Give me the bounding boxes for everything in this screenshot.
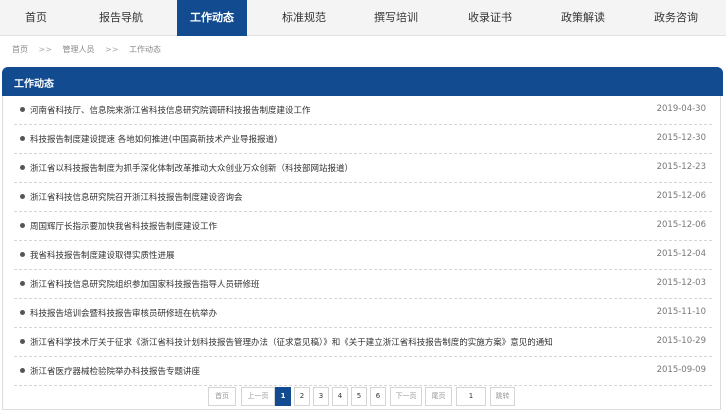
article-title[interactable]: 我省科技报告制度建设取得实质性进展 <box>30 249 175 261</box>
list-item[interactable]: 我省科技报告制度建设取得实质性进展 2015-12-04 <box>14 241 712 270</box>
bullet-icon <box>20 136 25 141</box>
nav-item-home[interactable]: 首页 <box>0 0 72 36</box>
article-date: 2015-09-09 <box>656 365 706 375</box>
breadcrumb: 首页 >> 管理人员 >> 工作动态 <box>12 44 161 55</box>
page-2-button[interactable]: 2 <box>294 387 310 406</box>
article-date: 2015-12-06 <box>656 220 706 230</box>
article-date: 2015-12-03 <box>656 278 706 288</box>
bullet-icon <box>20 107 25 112</box>
nav-item-certificates[interactable]: 收录证书 <box>452 0 528 36</box>
article-list: 河南省科技厅、信息院来浙江省科技信息研究院调研科技报告制度建设工作 2019-0… <box>14 96 712 386</box>
list-item[interactable]: 河南省科技厅、信息院来浙江省科技信息研究院调研科技报告制度建设工作 2019-0… <box>14 96 712 125</box>
article-date: 2015-12-04 <box>656 249 706 259</box>
nav-item-training[interactable]: 撰写培训 <box>358 0 434 36</box>
nav-item-standards[interactable]: 标准规范 <box>266 0 342 36</box>
page-jump-input[interactable]: 1 <box>456 387 486 406</box>
page-3-button[interactable]: 3 <box>313 387 329 406</box>
list-item[interactable]: 浙江省医疗器械检验院举办科技报告专题讲座 2015-09-09 <box>14 357 712 386</box>
nav-item-report-guide[interactable]: 报告导航 <box>86 0 156 36</box>
article-date: 2015-12-06 <box>656 191 706 201</box>
page-6-button[interactable]: 6 <box>370 387 386 406</box>
bullet-icon <box>20 252 25 257</box>
breadcrumb-home[interactable]: 首页 <box>12 45 28 54</box>
jump-button[interactable]: 跳转 <box>490 387 515 406</box>
list-item[interactable]: 浙江省科学技术厅关于征求《浙江省科技计划科技报告管理办法（征求意见稿）》和《关于… <box>14 328 712 357</box>
nav-item-work-news[interactable]: 工作动态 <box>177 0 247 36</box>
bullet-icon <box>20 368 25 373</box>
list-item[interactable]: 浙江省以科技报告制度为抓手深化体制改革推动大众创业万众创新（科技部网站报道） 2… <box>14 154 712 183</box>
list-item[interactable]: 浙江省科技信息研究院组织参加国家科技报告指导人员研修班 2015-12-03 <box>14 270 712 299</box>
page-1-button[interactable]: 1 <box>275 387 291 406</box>
breadcrumb-managers[interactable]: 管理人员 <box>63 45 95 54</box>
article-title[interactable]: 科技报告培训会暨科技报告审核员研修班在杭举办 <box>30 307 217 319</box>
page-4-button[interactable]: 4 <box>332 387 348 406</box>
top-navigation: 首页 报告导航 工作动态 标准规范 撰写培训 收录证书 政策解读 政务咨询 <box>0 0 726 36</box>
bullet-icon <box>20 223 25 228</box>
panel-title: 工作动态 <box>14 79 54 90</box>
article-title[interactable]: 浙江省科技信息研究院组织参加国家科技报告指导人员研修班 <box>30 278 260 290</box>
list-item[interactable]: 浙江省科技信息研究院召开浙江科技报告制度建设咨询会 2015-12-06 <box>14 183 712 212</box>
bullet-icon <box>20 165 25 170</box>
prev-page-button[interactable]: 上一页 <box>241 387 275 406</box>
article-title[interactable]: 浙江省医疗器械检验院举办科技报告专题讲座 <box>30 365 200 377</box>
article-date: 2015-12-23 <box>656 162 706 172</box>
article-title[interactable]: 浙江省科技信息研究院召开浙江科技报告制度建设咨询会 <box>30 191 243 203</box>
bullet-icon <box>20 310 25 315</box>
article-date: 2015-10-29 <box>656 336 706 346</box>
breadcrumb-separator: >> <box>38 45 52 54</box>
article-date: 2015-11-10 <box>656 307 706 317</box>
page-5-button[interactable]: 5 <box>351 387 367 406</box>
article-title[interactable]: 浙江省以科技报告制度为抓手深化体制改革推动大众创业万众创新（科技部网站报道） <box>30 162 353 174</box>
nav-item-policy[interactable]: 政策解读 <box>544 0 622 36</box>
list-item[interactable]: 科技报告制度建设提速 各地如何推进(中国高新技术产业导报报道) 2015-12-… <box>14 125 712 154</box>
first-page-button[interactable]: 首页 <box>208 387 236 406</box>
breadcrumb-current: 工作动态 <box>129 45 161 54</box>
next-page-button[interactable]: 下一页 <box>390 387 422 406</box>
nav-item-consulting[interactable]: 政务咨询 <box>638 0 714 36</box>
article-date: 2015-12-30 <box>656 133 706 143</box>
panel-header: 工作动态 <box>2 67 723 96</box>
list-item[interactable]: 科技报告培训会暨科技报告审核员研修班在杭举办 2015-11-10 <box>14 299 712 328</box>
breadcrumb-separator: >> <box>105 45 119 54</box>
bullet-icon <box>20 339 25 344</box>
article-title[interactable]: 河南省科技厅、信息院来浙江省科技信息研究院调研科技报告制度建设工作 <box>30 104 311 116</box>
bullet-icon <box>20 194 25 199</box>
article-date: 2019-04-30 <box>656 104 706 114</box>
article-title[interactable]: 科技报告制度建设提速 各地如何推进(中国高新技术产业导报报道) <box>30 133 277 145</box>
article-title[interactable]: 周国辉厅长指示要加快我省科技报告制度建设工作 <box>30 220 217 232</box>
last-page-button[interactable]: 尾页 <box>425 387 452 406</box>
list-item[interactable]: 周国辉厅长指示要加快我省科技报告制度建设工作 2015-12-06 <box>14 212 712 241</box>
article-title[interactable]: 浙江省科学技术厅关于征求《浙江省科技计划科技报告管理办法（征求意见稿）》和《关于… <box>30 336 553 348</box>
bullet-icon <box>20 281 25 286</box>
